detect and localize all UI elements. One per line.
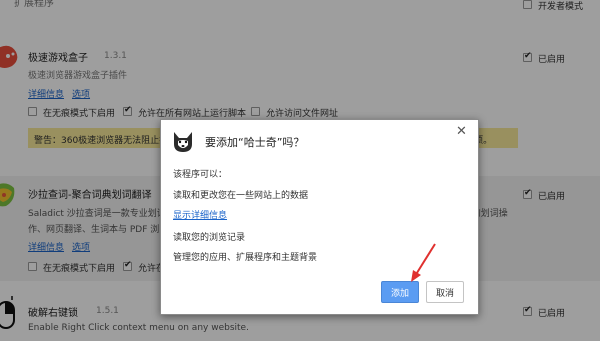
show-details-link[interactable]: 显示详细信息: [173, 208, 227, 221]
dialog-title: 要添加“哈士奇”吗？: [205, 136, 305, 149]
annotation-arrow-icon: [411, 243, 436, 282]
close-icon[interactable]: ✕: [456, 124, 467, 139]
permission-item: 读取和更改您在一些网站上的数据: [173, 191, 309, 201]
add-extension-dialog: 要添加“哈士奇”吗？ ✕ 该程序可以： 读取和更改您在一些网站上的数据 显示详细…: [160, 119, 479, 315]
permission-item: 管理您的应用、扩展程序和主题背景: [173, 253, 318, 263]
husky-icon: [174, 132, 192, 152]
permission-item: 读取您的浏览记录: [173, 233, 246, 243]
permissions-heading: 该程序可以：: [173, 170, 228, 180]
